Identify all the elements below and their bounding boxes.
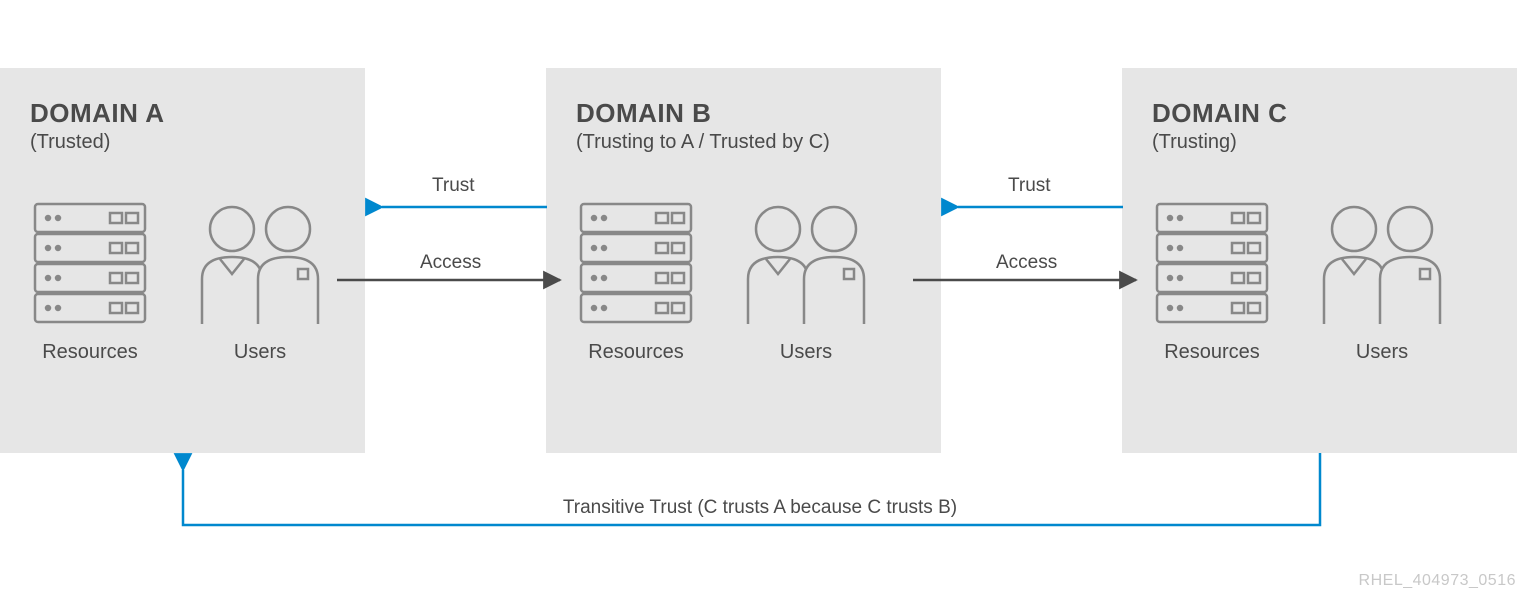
domain-b-title: DOMAIN B xyxy=(576,98,916,129)
server-icon xyxy=(1152,199,1272,329)
domain-b-resources-label: Resources xyxy=(588,341,684,364)
domain-a-box: DOMAIN A (Trusted) R xyxy=(0,68,365,453)
transitive-trust-label: Transitive Trust (C trusts A because C t… xyxy=(0,497,1520,519)
domain-c-title: DOMAIN C xyxy=(1152,98,1492,129)
domain-b-subtitle: (Trusting to A / Trusted by C) xyxy=(576,131,916,154)
domain-c-content: Resources Users xyxy=(1152,199,1492,364)
domain-a-resources: Resources xyxy=(30,199,150,364)
domain-b-resources: Resources xyxy=(576,199,696,364)
domain-c-subtitle: (Trusting) xyxy=(1152,131,1492,154)
trust-ab-label: Trust xyxy=(432,175,475,197)
users-icon xyxy=(1312,199,1452,329)
domain-a-title: DOMAIN A xyxy=(30,98,340,129)
domain-a-resources-label: Resources xyxy=(42,341,138,364)
domain-b-users-label: Users xyxy=(780,341,832,364)
domain-c-users: Users xyxy=(1312,199,1452,364)
users-icon xyxy=(190,199,330,329)
server-icon xyxy=(576,199,696,329)
domain-b-content: Resources Users xyxy=(576,199,916,364)
domain-c-box: DOMAIN C (Trusting) xyxy=(1122,68,1517,453)
domain-a-users: Users xyxy=(190,199,330,364)
users-icon xyxy=(736,199,876,329)
footer-id: RHEL_404973_0516 xyxy=(1359,572,1516,590)
access-ab-label: Access xyxy=(420,252,481,274)
domain-c-users-label: Users xyxy=(1356,341,1408,364)
domain-b-box: DOMAIN B (Trusting to A / Trusted by C) xyxy=(546,68,941,453)
domain-b-users: Users xyxy=(736,199,876,364)
server-icon xyxy=(30,199,150,329)
domain-a-subtitle: (Trusted) xyxy=(30,131,340,154)
domain-a-content: Resources Users xyxy=(30,199,340,364)
domain-c-resources-label: Resources xyxy=(1164,341,1260,364)
domain-c-resources: Resources xyxy=(1152,199,1272,364)
domain-a-users-label: Users xyxy=(234,341,286,364)
trust-bc-label: Trust xyxy=(1008,175,1051,197)
access-bc-label: Access xyxy=(996,252,1057,274)
